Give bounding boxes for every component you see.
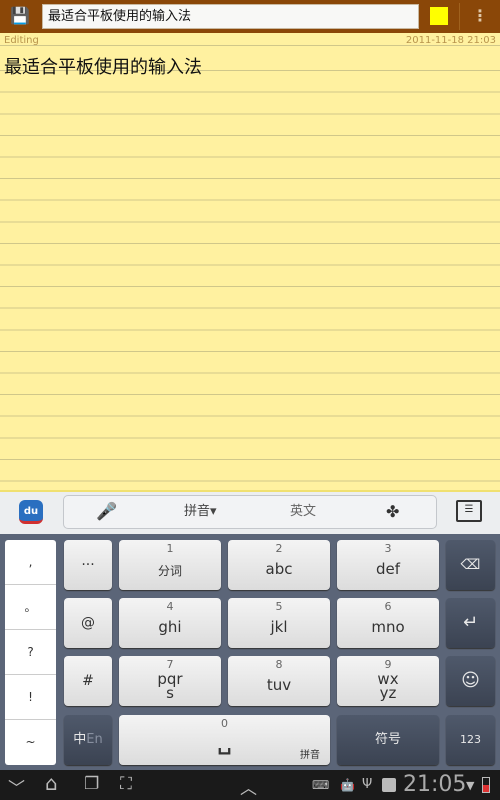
home-icon[interactable]: ⌂ (45, 771, 58, 795)
ellipsis-key[interactable]: ··· (64, 540, 112, 590)
baidu-logo-icon[interactable]: du (19, 500, 43, 524)
zh-label: 中 (73, 732, 87, 747)
candidate-item[interactable]: 。 (5, 585, 56, 630)
backspace-icon[interactable]: ⌫ (446, 540, 495, 590)
emoji-icon[interactable]: ☺ (446, 656, 495, 706)
hash-key[interactable]: # (64, 656, 112, 706)
recent-apps-icon[interactable]: ❐ (84, 774, 99, 794)
key-8[interactable]: 8 tuv (228, 656, 330, 706)
wifi-icon: ▼ (466, 779, 475, 792)
key-5[interactable]: 5 jkl (228, 598, 330, 648)
note-area[interactable] (0, 33, 500, 490)
note-body[interactable]: 最适合平板使用的输入法 (4, 53, 202, 79)
symbols-key[interactable]: 符号 (337, 715, 439, 765)
key-3[interactable]: 3 def (337, 540, 439, 590)
battery-icon (482, 777, 490, 793)
title-input[interactable]: 最适合平板使用的输入法 (42, 4, 419, 29)
key-6[interactable]: 6 mno (337, 598, 439, 648)
at-key[interactable]: @ (64, 598, 112, 648)
key-9[interactable]: 9 wxyz (337, 656, 439, 706)
clock: 21:05 (403, 772, 467, 797)
en-label: En (86, 732, 103, 747)
note-color-button[interactable] (430, 7, 448, 25)
note-date: 2011-11-18 21:03 (405, 35, 496, 46)
symbol-candidates: , 。 ? ! ~ (5, 540, 56, 765)
key-4[interactable]: 4 ghi (119, 598, 221, 648)
english-mode-button[interactable]: 英文 (290, 496, 316, 528)
keyboard-status-icon: ⌨ (312, 778, 330, 792)
candidate-item[interactable]: ! (5, 675, 56, 720)
pinyin-mode-button[interactable]: 拼音▾ (184, 496, 217, 528)
enter-icon[interactable]: ↵ (446, 598, 495, 648)
language-toggle-key[interactable]: 中En (64, 715, 112, 765)
key-2[interactable]: 2 abc (228, 540, 330, 590)
notification-icon (382, 778, 396, 792)
numbers-key[interactable]: 123 (446, 715, 495, 765)
mode-bar: 🎤 拼音▾ 英文 ✤ (63, 495, 437, 529)
overflow-menu-icon[interactable]: ⋮ (472, 6, 488, 26)
space-key[interactable]: 0 ␣ 拼音 (119, 715, 330, 765)
candidate-item[interactable]: ~ (5, 720, 56, 765)
divider (459, 3, 460, 30)
key-1[interactable]: 1 分词 (119, 540, 221, 590)
status-text: Editing (4, 35, 39, 46)
back-icon[interactable]: ﹀ (8, 774, 25, 799)
expand-up-icon[interactable]: ︿ (240, 774, 257, 799)
candidate-item[interactable]: ? (5, 630, 56, 675)
usb-icon: Ψ (362, 777, 373, 792)
microphone-icon[interactable]: 🎤 (96, 496, 117, 528)
clover-icon[interactable]: ✤ (386, 496, 399, 528)
save-icon[interactable]: 💾 (10, 6, 30, 26)
screenshot-icon[interactable]: ⛶ (120, 774, 132, 794)
candidate-item[interactable]: , (5, 540, 56, 585)
hide-keyboard-icon[interactable]: ☰ (456, 500, 482, 522)
android-debug-icon: 🤖 (340, 778, 355, 792)
key-7[interactable]: 7 pqrs (119, 656, 221, 706)
